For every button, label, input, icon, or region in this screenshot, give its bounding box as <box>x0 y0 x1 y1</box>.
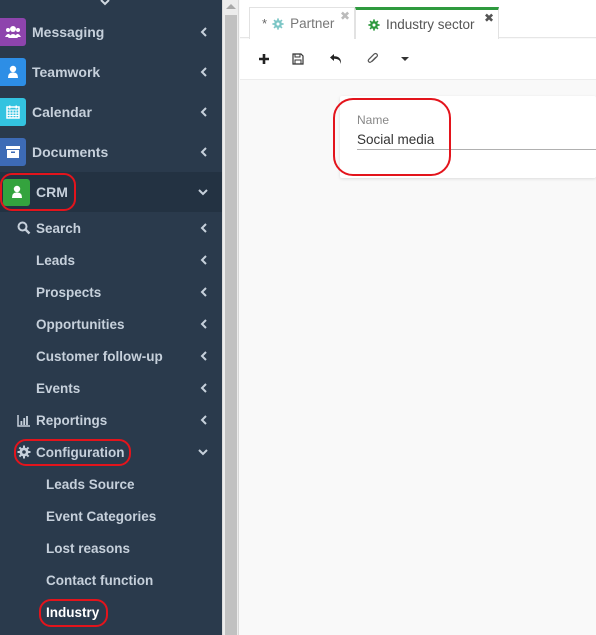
chevron-down-icon <box>100 0 110 6</box>
chevron-left-icon <box>200 383 207 393</box>
chevron-left-icon <box>200 255 207 265</box>
user-icon <box>3 178 30 206</box>
sidebar-scroll-up[interactable] <box>0 0 222 12</box>
chevron-left-icon <box>200 287 207 297</box>
close-icon[interactable]: ✖ <box>340 10 350 22</box>
paperclip-icon <box>367 52 379 63</box>
sidebar-item-reportings[interactable]: Reportings <box>0 404 222 436</box>
sidebar-item-crm[interactable]: CRM <box>0 172 222 212</box>
toolbar <box>240 39 596 80</box>
sidebar-item-label: Lost reasons <box>46 540 131 556</box>
sidebar-item-opportunities[interactable]: Opportunities <box>0 308 222 340</box>
scroll-up-arrow-icon[interactable] <box>226 4 236 9</box>
sidebar-item-search[interactable]: Search <box>0 212 222 244</box>
sidebar-item-label: Leads Source <box>46 476 135 492</box>
tab-bar: * Partner ✖ Industry sector ✖ <box>240 0 596 39</box>
chevron-down-icon <box>198 449 208 456</box>
app-root: Messaging Teamwork Calendar Documents CR… <box>0 0 596 635</box>
tab-label: Partner <box>290 16 335 31</box>
chevron-left-icon <box>200 351 207 361</box>
sidebar-item-leads[interactable]: Leads <box>0 244 222 276</box>
undo-button[interactable] <box>327 50 345 68</box>
sidebar-item-label: Calendar <box>32 104 92 120</box>
tab-label: Industry sector <box>386 17 475 32</box>
tab-partner[interactable]: * Partner ✖ <box>249 7 355 39</box>
floppy-disk-icon <box>292 53 304 65</box>
sidebar: Messaging Teamwork Calendar Documents CR… <box>0 0 222 635</box>
sidebar-item-label: Configuration <box>36 444 125 460</box>
sidebar-item-label: Customer follow-up <box>36 348 163 364</box>
sidebar-item-label: Documents <box>32 144 109 160</box>
plus-icon <box>259 54 269 64</box>
sidebar-item-event-categories[interactable]: Event Categories <box>0 500 222 532</box>
sidebar-item-label: Event Categories <box>46 508 157 524</box>
sidebar-item-lost-reasons[interactable]: Lost reasons <box>0 532 222 564</box>
calendar-icon <box>0 98 26 126</box>
name-field-label: Name <box>357 113 390 127</box>
sidebar-scrollbar[interactable] <box>222 0 239 635</box>
bar-chart-icon <box>17 415 30 427</box>
chevron-left-icon <box>200 67 207 77</box>
chevron-left-icon <box>200 223 207 233</box>
sidebar-item-label: Messaging <box>32 24 105 40</box>
user-icon <box>0 58 26 86</box>
sidebar-item-label: CRM <box>36 184 68 200</box>
modified-marker: * <box>262 16 268 31</box>
sidebar-item-contact-function[interactable]: Contact function <box>0 564 222 596</box>
users-icon <box>0 18 26 46</box>
tab-industry-sector[interactable]: Industry sector ✖ <box>355 7 499 39</box>
sidebar-item-label: Reportings <box>36 412 108 428</box>
undo-icon <box>330 54 342 64</box>
sidebar-item-leads-source[interactable]: Leads Source <box>0 468 222 500</box>
name-input[interactable] <box>357 130 596 150</box>
chevron-left-icon <box>200 27 207 37</box>
sidebar-item-label: Opportunities <box>36 316 125 332</box>
scrollbar-thumb[interactable] <box>225 15 237 635</box>
search-icon <box>17 221 31 235</box>
main-content: * Partner ✖ Industry sector ✖ Name Socia… <box>240 0 596 635</box>
sidebar-item-label: Prospects <box>36 284 102 300</box>
archive-icon <box>0 138 26 166</box>
add-button[interactable] <box>255 50 273 68</box>
sidebar-item-label: Teamwork <box>32 64 101 80</box>
more-dropdown-button[interactable] <box>396 50 414 68</box>
gear-icon <box>17 445 31 459</box>
gear-icon <box>272 17 284 30</box>
close-icon[interactable]: ✖ <box>484 12 494 24</box>
caret-down-icon <box>401 57 409 61</box>
sidebar-item-messaging[interactable]: Messaging <box>0 12 222 52</box>
sidebar-item-events[interactable]: Events <box>0 372 222 404</box>
sidebar-item-label: Events <box>36 380 81 396</box>
sidebar-item-industry[interactable]: Industry <box>0 596 222 628</box>
sidebar-item-label: Search <box>36 220 82 236</box>
sidebar-item-label: Leads <box>36 252 76 268</box>
industry-form-card: Name <box>340 96 596 178</box>
chevron-left-icon <box>200 107 207 117</box>
sidebar-item-label: Industry <box>46 604 100 620</box>
chevron-left-icon <box>200 319 207 329</box>
gear-icon <box>368 18 380 31</box>
sidebar-item-prospects[interactable]: Prospects <box>0 276 222 308</box>
sidebar-item-documents[interactable]: Documents <box>0 132 222 172</box>
sidebar-item-configuration[interactable]: Configuration <box>0 436 222 468</box>
sidebar-item-customer-follow-up[interactable]: Customer follow-up <box>0 340 222 372</box>
sidebar-item-calendar[interactable]: Calendar <box>0 92 222 132</box>
sidebar-item-label: Contact function <box>46 572 154 588</box>
chevron-down-icon <box>198 189 208 196</box>
sidebar-item-teamwork[interactable]: Teamwork <box>0 52 222 92</box>
save-button[interactable] <box>289 50 307 68</box>
chevron-left-icon <box>200 415 207 425</box>
chevron-left-icon <box>200 147 207 157</box>
attachment-button[interactable] <box>364 50 382 68</box>
